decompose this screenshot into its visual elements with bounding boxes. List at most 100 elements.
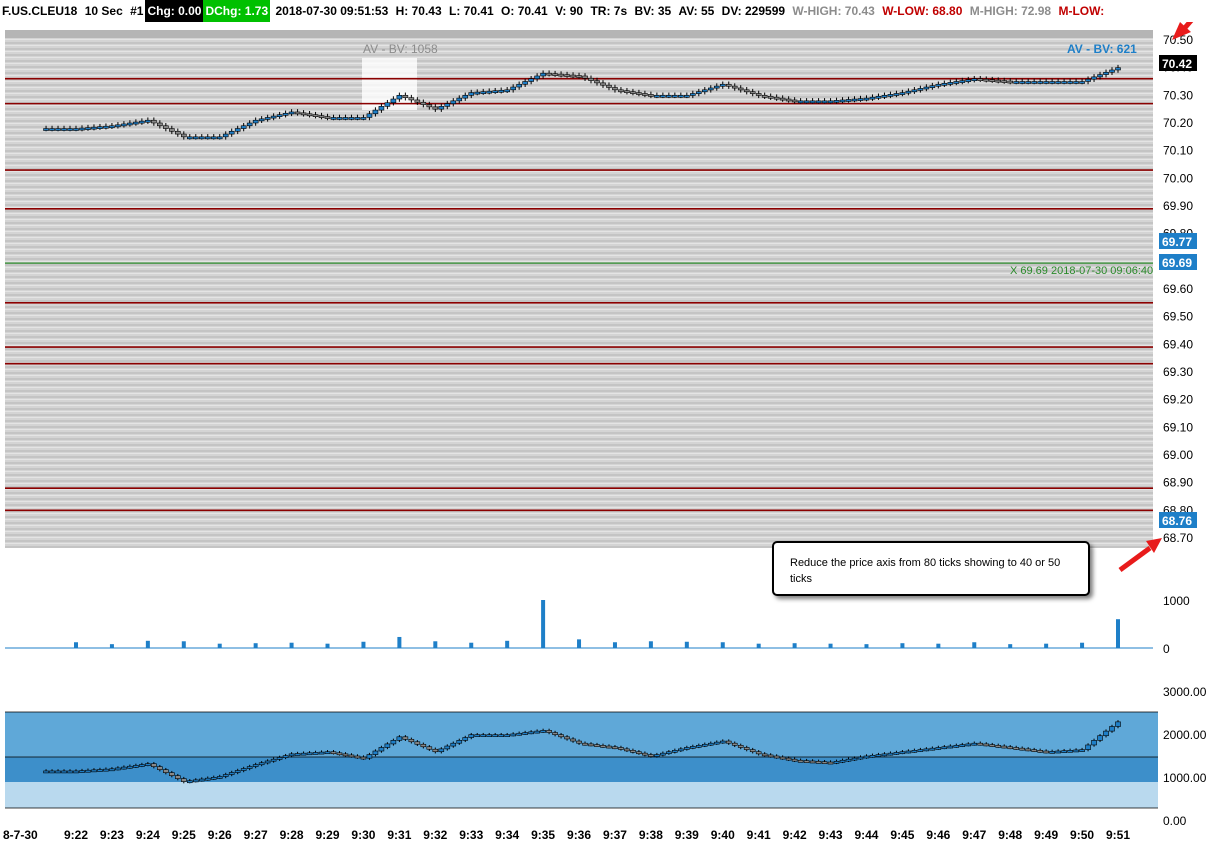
candle-body [713, 85, 720, 89]
candle-body [312, 114, 319, 117]
osc-body [360, 756, 367, 760]
volume-bar [361, 641, 366, 648]
osc-body [157, 766, 163, 770]
low: L: 70.41 [448, 4, 494, 18]
osc-body [618, 747, 624, 750]
osc-body [612, 746, 618, 750]
candle-body [1037, 81, 1043, 84]
candle-body [103, 125, 109, 129]
osc-body [450, 742, 457, 747]
osc-body [115, 767, 121, 771]
price-tick: 69.30 [1163, 365, 1193, 379]
osc-body [276, 757, 283, 760]
osc-body [228, 772, 235, 775]
candle-body [600, 82, 606, 86]
candle-body [216, 136, 223, 140]
candle-body [258, 118, 265, 122]
candle-body [779, 97, 786, 101]
candle-body [636, 92, 642, 95]
osc-body [600, 745, 606, 748]
candle-body [456, 97, 463, 102]
candle-body [761, 95, 768, 98]
osc-body [133, 765, 139, 768]
candle-body [402, 95, 409, 98]
volume-bar [289, 642, 294, 648]
candle-body [1097, 74, 1103, 78]
candle-body [91, 126, 97, 130]
candle-body [845, 99, 852, 102]
osc-body [151, 763, 157, 767]
candle-body [462, 95, 469, 99]
annotation-callout: Reduce the price axis from 80 ticks show… [772, 541, 1090, 596]
volume-bar [469, 642, 474, 648]
candle-body [701, 89, 708, 93]
price-tick: 68.70 [1163, 531, 1193, 545]
price-tick: 70.10 [1163, 144, 1193, 158]
candle-body [833, 100, 840, 103]
time-label-date: 8-7-30 [3, 828, 38, 842]
volume-bar [828, 643, 833, 648]
time-label: 9:27 [244, 828, 268, 842]
osc-body [923, 748, 930, 752]
osc-body [779, 756, 786, 760]
price-tag-70-42: 70.42 [1159, 55, 1197, 71]
time-label: 9:45 [890, 828, 914, 842]
volume-bar [397, 636, 402, 648]
candle-body [318, 115, 325, 118]
volume: V: 90 [555, 4, 584, 18]
osc-body [192, 779, 199, 783]
volume-bar [756, 643, 761, 648]
osc-body [857, 756, 864, 760]
osc-body [408, 738, 415, 743]
time-label: 9:28 [280, 828, 304, 842]
candle-body [731, 85, 738, 89]
candle-body [719, 83, 726, 87]
volume-bar [217, 643, 222, 648]
osc-body [755, 751, 762, 755]
osc-body [636, 751, 642, 755]
osc-body [1049, 751, 1055, 754]
trading-chart[interactable]: AV - BV: 1058 AV - BV: 621 X 69.69 2018-… [0, 0, 1206, 842]
price-tick: 69.40 [1163, 337, 1193, 351]
candle-body [43, 128, 49, 131]
candle-body [79, 127, 85, 131]
osc-body [342, 753, 349, 757]
candle-body [252, 119, 259, 124]
high: H: 70.43 [395, 4, 442, 18]
candle-body [330, 117, 337, 120]
candle-body [696, 91, 702, 94]
osc-body [43, 770, 49, 774]
dchg-badge: DChg: 1.73 [203, 0, 271, 22]
candle-body [857, 98, 864, 101]
candle-body [767, 95, 774, 99]
candle-body [1055, 81, 1061, 84]
candle-body [582, 75, 588, 79]
candle-body [707, 87, 714, 91]
candle-body [953, 81, 960, 84]
osc-body [707, 742, 714, 746]
osc-body [713, 741, 720, 745]
osc-body [953, 745, 960, 748]
time-label: 9:44 [854, 828, 878, 842]
osc-body [204, 777, 211, 781]
osc-body [1013, 747, 1019, 750]
osc-body [1037, 750, 1043, 753]
candle-body [941, 83, 948, 86]
osc-body [145, 763, 151, 766]
svg-text:70.42: 70.42 [1162, 57, 1192, 71]
candle-body [390, 98, 397, 104]
osc-body [85, 769, 91, 773]
candle-body [420, 101, 427, 105]
candle-body [180, 133, 187, 138]
candle-body [300, 112, 307, 116]
candle-body [1109, 69, 1115, 73]
time-label: 9:37 [603, 828, 627, 842]
time-label: 9:30 [351, 828, 375, 842]
osc-body [881, 753, 888, 757]
candle-body [198, 136, 205, 140]
candle-body [1079, 81, 1085, 84]
osc-body [773, 755, 780, 759]
osc-body [438, 748, 445, 753]
osc-body [821, 761, 828, 764]
volume-bar [505, 640, 510, 648]
